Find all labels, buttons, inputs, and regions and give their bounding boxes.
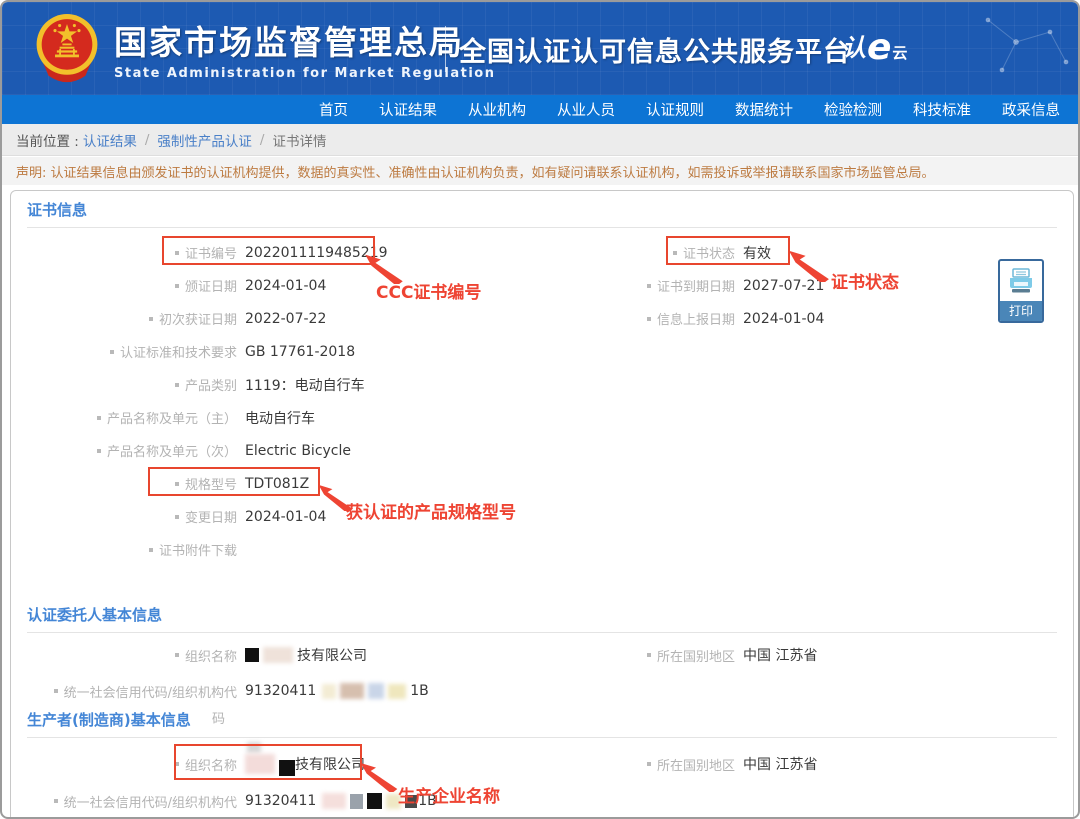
redaction-blur	[388, 684, 406, 699]
disclaimer-bar: 声明: 认证结果信息由颁发证书的认证机构提供，数据的真实性、准确性由认证机构负责…	[2, 157, 1078, 185]
redaction-blur	[368, 683, 384, 699]
redaction-blur	[322, 684, 336, 699]
nav-cert-results[interactable]: 认证结果	[379, 99, 437, 120]
constellation-decoration	[958, 2, 1078, 95]
breadcrumb-current: 证书详情	[272, 130, 326, 150]
site-header: 国家市场监督管理总局 State Administration for Mark…	[2, 2, 1078, 95]
field-manufacturer-org-name: 组织名称 技有限公司	[27, 744, 607, 784]
nav-home[interactable]: 首页	[319, 99, 348, 120]
field-product-name-secondary: 产品名称及单元（次） Electric Bicycle	[27, 434, 607, 467]
redaction-block	[279, 760, 295, 776]
national-emblem-icon	[32, 11, 102, 87]
certificate-detail-panel: 证书信息 证书编号 2022011119485219 颁证日期 2024-01-…	[10, 190, 1074, 819]
field-issue-date: 颁证日期 2024-01-04	[27, 269, 607, 302]
field-change-date: 变更日期 2024-01-04	[27, 500, 607, 533]
org-title-en: State Administration for Market Regulati…	[114, 66, 495, 81]
field-manufacturer-region: 所在国别地区 中国 江苏省	[607, 744, 1073, 784]
nav-data-statistics[interactable]: 数据统计	[735, 99, 793, 120]
nav-cert-rules[interactable]: 认证规则	[646, 99, 704, 120]
breadcrumb: 当前位置 : 认证结果 / 强制性产品认证 / 证书详情	[2, 124, 1078, 156]
field-product-category: 产品类别 1119：电动自行车	[27, 368, 607, 401]
field-product-name-main: 产品名称及单元（主） 电动自行车	[27, 401, 607, 434]
certificate-detail-page: 国家市场监督管理总局 State Administration for Mark…	[0, 0, 1080, 819]
print-button-label: 打印	[1000, 301, 1042, 321]
section-title-cert-info: 证书信息	[27, 199, 1073, 221]
redaction-block	[350, 794, 363, 809]
field-applicant-region: 所在国别地区 中国 江苏省	[607, 637, 1073, 673]
print-button[interactable]: 打印	[998, 259, 1044, 323]
annotation-cert-number: CCC证书编号	[376, 278, 481, 303]
field-cert-number: 证书编号 2022011119485219	[27, 236, 607, 269]
printer-icon	[1000, 261, 1042, 301]
nav-inspection-testing[interactable]: 检验检测	[824, 99, 882, 120]
nav-procurement-info[interactable]: 政采信息	[1002, 99, 1060, 120]
redaction-blur	[263, 647, 293, 663]
redaction-blur	[340, 683, 364, 699]
section-title-manufacturer: 生产者(制造商)基本信息	[27, 709, 1073, 731]
field-applicant-credit-code: 统一社会信用代码/组织机构代 91320411 1B	[27, 673, 607, 709]
section-title-applicant: 认证委托人基本信息	[27, 604, 1073, 626]
redaction-blur	[247, 742, 261, 753]
redaction-block	[245, 648, 259, 662]
field-first-issue-date: 初次获证日期 2022-07-22	[27, 302, 607, 335]
nav-practitioners[interactable]: 从业人员	[557, 99, 615, 120]
annotation-arrow-cert-status	[788, 250, 832, 282]
redaction-blur	[322, 793, 346, 809]
label-wrap-char: 码	[212, 708, 225, 727]
disclaimer-text: 声明: 认证结果信息由颁发证书的认证机构提供，数据的真实性、准确性由认证机构负责…	[16, 162, 935, 181]
org-title-cn: 国家市场监督管理总局	[114, 16, 495, 64]
ren-e-yun-logo-icon: 认 e 云	[842, 28, 907, 63]
nav-institutions[interactable]: 从业机构	[468, 99, 526, 120]
annotation-cert-status: 证书状态	[831, 268, 899, 293]
annotation-manufacturer: 生产企业名称	[398, 782, 500, 807]
breadcrumb-prefix: 当前位置 :	[16, 130, 79, 150]
annotation-arrow-manufacturer	[360, 762, 400, 792]
platform-title: 全国认证认可信息公共服务平台	[459, 30, 851, 69]
annotation-model-spec: 获认证的产品规格型号	[346, 498, 516, 523]
redaction-block	[367, 793, 382, 809]
field-standard: 认证标准和技术要求 GB 17761-2018	[27, 335, 607, 368]
field-attachment-download: 证书附件下载	[27, 533, 607, 566]
field-model-spec: 规格型号 TDT081Z	[27, 467, 607, 500]
field-manufacturer-credit-code: 统一社会信用代码/组织机构代 91320411 1B	[27, 784, 607, 818]
main-nav: 首页 认证结果 从业机构 从业人员 认证规则 数据统计 检验检测 科技标准 政采…	[2, 95, 1078, 124]
breadcrumb-link-ccc[interactable]: 强制性产品认证	[157, 130, 252, 150]
redaction-blur	[245, 754, 275, 774]
field-applicant-org-name: 组织名称 技有限公司	[27, 637, 607, 673]
header-divider	[445, 26, 446, 72]
breadcrumb-link-cert-results[interactable]: 认证结果	[83, 130, 137, 150]
nav-tech-standards[interactable]: 科技标准	[913, 99, 971, 120]
